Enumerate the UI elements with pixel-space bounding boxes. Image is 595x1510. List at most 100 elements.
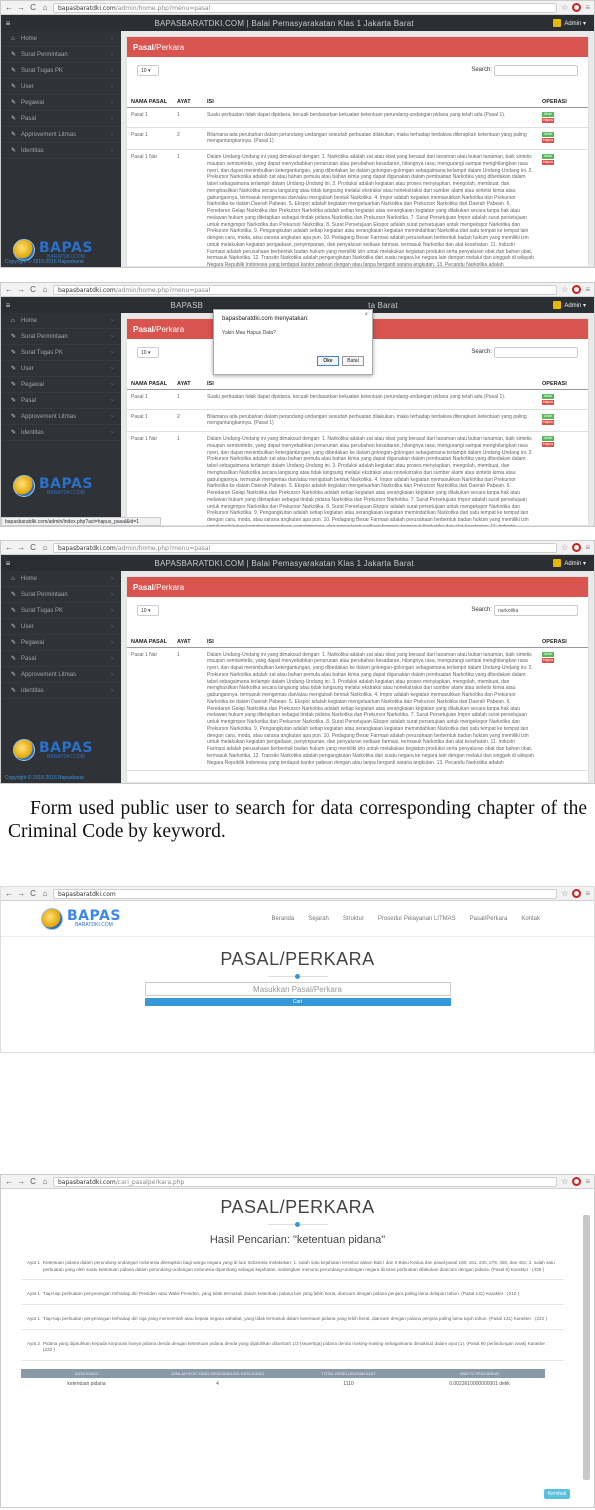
sidebar-item-user[interactable]: ✎ User › xyxy=(1,79,121,95)
reload-icon[interactable]: C xyxy=(29,3,37,12)
address-bar[interactable]: bapasbaratdki.com/admin/home.php?menu=pa… xyxy=(53,2,558,13)
menu-icon[interactable]: ≡ xyxy=(585,889,590,898)
reload-icon[interactable]: C xyxy=(29,543,37,552)
back-button[interactable]: Kembali xyxy=(544,1489,570,1499)
nav-link-prosedur-pelayanan-litmas[interactable]: Prosedur Pelayanan LITMAS xyxy=(378,916,456,922)
forward-icon[interactable]: → xyxy=(17,889,25,898)
edit-button[interactable]: Ubah xyxy=(542,154,554,159)
column-header[interactable]: OPERASI xyxy=(538,365,588,390)
reload-icon[interactable]: C xyxy=(29,889,37,898)
column-header[interactable]: NAMA PASAL xyxy=(127,83,173,108)
address-bar[interactable]: bapasbaratdki.com xyxy=(53,888,558,899)
edit-button[interactable]: Ubah xyxy=(542,436,554,441)
back-icon[interactable]: ← xyxy=(5,285,13,294)
home-icon[interactable]: ⌂ xyxy=(41,889,49,898)
search-input[interactable] xyxy=(494,346,578,358)
sidebar-item-approvement-litmas[interactable]: ✎ Approvement Litmas › xyxy=(1,409,121,425)
column-header[interactable]: NAMA PASAL xyxy=(127,623,173,648)
forward-icon[interactable]: → xyxy=(17,1177,25,1186)
opera-icon[interactable] xyxy=(572,285,582,294)
delete-button[interactable]: Hapus xyxy=(542,160,554,165)
page-length-select[interactable]: 10 ▾ xyxy=(137,346,159,358)
sidebar-item-surat-tugas-pk[interactable]: ✎ Surat Tugas PK › xyxy=(1,345,121,361)
home-icon[interactable]: ⌂ xyxy=(41,3,49,12)
page-length-select[interactable]: 10 ▾ xyxy=(137,64,159,76)
home-icon[interactable]: ⌂ xyxy=(41,1177,49,1186)
opera-icon[interactable] xyxy=(572,3,582,12)
delete-button[interactable]: Hapus xyxy=(542,657,554,663)
column-header[interactable]: AYAT xyxy=(173,83,203,108)
hamburger-icon[interactable]: ≡ xyxy=(1,559,15,568)
nav-link-struktur[interactable]: Struktur xyxy=(343,916,364,922)
nav-link-sejarah[interactable]: Sejarah xyxy=(308,916,329,922)
edit-button[interactable]: Ubah xyxy=(542,393,554,399)
edit-button[interactable]: Ubah xyxy=(542,413,554,419)
sidebar-item-user[interactable]: ✎ User › xyxy=(1,619,121,635)
sidebar-item-pegawai[interactable]: ✎ Pegawai › xyxy=(1,377,121,393)
star-icon[interactable]: ☆ xyxy=(561,3,568,12)
admin-menu[interactable]: Admin ▾ xyxy=(553,559,594,567)
forward-icon[interactable]: → xyxy=(17,543,25,552)
home-icon[interactable]: ⌂ xyxy=(41,543,49,552)
sidebar-item-pasal[interactable]: ✎ Pasal › xyxy=(1,111,121,127)
sidebar-item-pasal[interactable]: ✎ Pasal › xyxy=(1,651,121,667)
reload-icon[interactable]: C xyxy=(29,1177,37,1186)
sidebar-item-pasal[interactable]: ✎ Pasal › xyxy=(1,393,121,409)
sidebar-item-surat-permintaan[interactable]: ✎ Surat Permintaan › xyxy=(1,329,121,345)
address-bar[interactable]: bapasbaratdki.com/admin/home.php?menu=pa… xyxy=(53,542,558,553)
star-icon[interactable]: ☆ xyxy=(561,543,568,552)
sidebar-item-surat-tugas-pk[interactable]: ✎ Surat Tugas PK › xyxy=(1,603,121,619)
nav-link-beranda[interactable]: Beranda xyxy=(272,916,295,922)
sidebar-item-home[interactable]: ⌂ Home › xyxy=(1,31,121,47)
column-header[interactable]: AYAT xyxy=(173,365,203,390)
column-header[interactable]: OPERASI xyxy=(538,83,588,108)
edit-button[interactable]: Ubah xyxy=(542,111,554,117)
ok-button[interactable]: Oke xyxy=(317,356,339,366)
pasal-search-input[interactable]: Masukkan Pasal/Perkara xyxy=(144,982,451,996)
sidebar-item-approvement-litmas[interactable]: ✎ Approvement Litmas › xyxy=(1,667,121,683)
column-header[interactable]: AYAT xyxy=(173,623,203,648)
edit-button[interactable]: Ubah xyxy=(542,651,554,657)
search-input[interactable]: narkotika xyxy=(494,604,578,616)
sidebar-item-surat-tugas-pk[interactable]: ✎ Surat Tugas PK › xyxy=(1,63,121,79)
forward-icon[interactable]: → xyxy=(17,3,25,12)
back-icon[interactable]: ← xyxy=(5,543,13,552)
menu-icon[interactable]: ≡ xyxy=(585,285,590,294)
delete-button[interactable]: Hapus xyxy=(542,137,554,143)
admin-menu[interactable]: Admin ▾ xyxy=(553,19,594,27)
delete-button[interactable]: Hapus xyxy=(542,117,554,123)
menu-icon[interactable]: ≡ xyxy=(585,543,590,552)
edit-button[interactable]: Ubah xyxy=(542,131,554,137)
delete-button[interactable]: Hapus xyxy=(542,419,554,425)
search-input[interactable] xyxy=(494,64,578,76)
nav-link-pasal-perkara[interactable]: Pasal/Perkara xyxy=(470,916,508,922)
column-header[interactable]: ISI xyxy=(203,623,538,648)
reload-icon[interactable]: C xyxy=(29,285,37,294)
home-icon[interactable]: ⌂ xyxy=(41,285,49,294)
sidebar-item-surat-permintaan[interactable]: ✎ Surat Permintaan › xyxy=(1,47,121,63)
column-header[interactable]: OPERASI xyxy=(538,623,588,648)
sidebar-item-user[interactable]: ✎ User › xyxy=(1,361,121,377)
sidebar-item-home[interactable]: ⌂ Home › xyxy=(1,313,121,329)
nav-link-kontak[interactable]: Kontak xyxy=(521,916,540,922)
sidebar-item-identitas[interactable]: ✎ Identitas › xyxy=(1,143,121,159)
sidebar-item-identitas[interactable]: ✎ Identitas › xyxy=(1,683,121,699)
forward-icon[interactable]: → xyxy=(17,285,25,294)
sidebar-item-pegawai[interactable]: ✎ Pegawai › xyxy=(1,635,121,651)
column-header[interactable]: NAMA PASAL xyxy=(127,365,173,390)
star-icon[interactable]: ☆ xyxy=(561,1177,568,1186)
opera-icon[interactable] xyxy=(572,1177,582,1186)
bapas-logo[interactable]: BAPAS BARATDKI.COM xyxy=(41,906,137,932)
opera-icon[interactable] xyxy=(572,543,582,552)
menu-icon[interactable]: ≡ xyxy=(585,1177,590,1186)
sidebar-item-pegawai[interactable]: ✎ Pegawai › xyxy=(1,95,121,111)
page-length-select[interactable]: 10 ▾ xyxy=(137,604,159,616)
sidebar-item-home[interactable]: ⌂ Home › xyxy=(1,571,121,587)
close-icon[interactable]: × xyxy=(364,312,368,318)
delete-button[interactable]: Hapus xyxy=(542,442,554,447)
search-button[interactable]: Cari xyxy=(144,998,451,1006)
sidebar-item-approvement-litmas[interactable]: ✎ Approvement Litmas › xyxy=(1,127,121,143)
star-icon[interactable]: ☆ xyxy=(561,889,568,898)
menu-icon[interactable]: ≡ xyxy=(585,3,590,12)
cancel-button[interactable]: Batal xyxy=(342,356,364,366)
